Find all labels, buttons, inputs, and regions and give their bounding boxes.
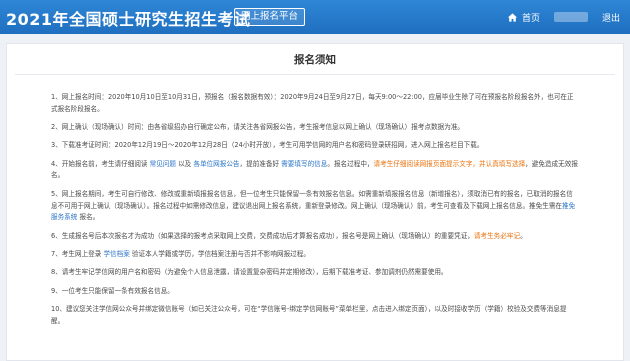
- notice-highlight: 请考生务必牢记: [473, 231, 521, 240]
- notice-item: 10、建议您关注学信网公众号并绑定微信账号（如已关注公众号，可在“学信账号-绑定…: [51, 304, 579, 328]
- notice-text: 1、网上报名时间：2020年10月10日至10月31日，预报名（报名数据有效）：…: [51, 93, 574, 113]
- notice-item: 5、网上报名期间，考生可自行修改、修改或重新填报报名信息，但一位考生只能保留一条…: [51, 189, 579, 224]
- notice-panel: 报名须知 1、网上报名时间：2020年10月10日至10月31日，预报名（报名数…: [6, 43, 624, 361]
- notice-text: 报名。: [77, 213, 100, 222]
- top-header-bar: 2021年全国硕士研究生招生考试 网上报名平台 首页 退出: [0, 0, 630, 34]
- notice-link[interactable]: 需要填写的信息: [281, 160, 327, 168]
- platform-badge: 网上报名平台: [234, 8, 306, 26]
- notice-text: 验证本人学籍或学历，学信档案注册与否并不影响网报过程。: [129, 249, 310, 258]
- home-icon: [507, 12, 518, 22]
- notice-link[interactable]: 学信档案: [103, 250, 129, 258]
- notice-text: 10、建议您关注学信网公众号并绑定微信账号（如已关注公众号，可在“学信账号-绑定…: [51, 304, 567, 325]
- notice-text: 6、生成报名号后本次报名才为成功（如果选择的报考点采取网上交费，交费成功后才算报…: [51, 231, 474, 240]
- notice-item: 9、一位考生只能保留一条有效报名信息。: [51, 286, 579, 298]
- logout-link[interactable]: 退出: [602, 11, 620, 24]
- notice-text: 7、考生网上登录: [51, 249, 104, 258]
- notice-link[interactable]: 常见问题: [150, 160, 176, 168]
- notice-item: 2、网上确认（现场确认）时间：由各省级招办自行确定公布，请关注各省网报公告，考生…: [51, 122, 579, 134]
- title-divider: [15, 74, 615, 75]
- notice-item: 8、请考生牢记学信网的用户名和密码（为避免个人信息泄露，请设置复杂密码并定期修改…: [51, 267, 579, 279]
- notice-item: 6、生成报名号后本次报名才为成功（如果选择的报考点采取网上交费，交费成功后才算报…: [51, 231, 579, 243]
- notice-text: 2、网上确认（现场确认）时间：由各省级招办自行确定公布，请关注各省网报公告，考生…: [51, 123, 465, 132]
- notice-list: 1、网上报名时间：2020年10月10日至10月31日，预报名（报名数据有效）：…: [51, 92, 579, 334]
- notice-text: 。: [520, 231, 527, 240]
- user-name-redacted: [553, 12, 588, 22]
- notice-text: 4、开始报名前，考生请仔细阅读: [51, 159, 150, 168]
- notice-item: 3、下载准考证时间：2020年12月19日～2020年12月28日（24小时开放…: [51, 140, 579, 152]
- notice-item: 7、考生网上登录 学信档案 验证本人学籍或学历，学信档案注册与否并不影响网报过程…: [51, 249, 579, 261]
- home-link[interactable]: 首页: [507, 11, 540, 24]
- notice-item: 4、开始报名前，考生请仔细阅读 常见问题 以及 各单位网报公告，提前准备好 需要…: [51, 159, 579, 183]
- notice-text: 5、网上报名期间，考生可自行修改、修改或重新填报报名信息，但一位考生只能保留一条…: [51, 189, 573, 210]
- notice-highlight: 请考生仔细阅读网报页面提示文字，并认真填写选择: [373, 159, 526, 168]
- notice-text: ，提前准备好: [239, 159, 282, 168]
- notice-text: 3、下载准考证时间：2020年12月19日～2020年12月28日（24小时开放…: [51, 141, 484, 150]
- header-nav: 首页 退出: [507, 9, 620, 25]
- notice-text: 9、一位考生只能保留一条有效报名信息。: [51, 286, 174, 295]
- app-title: 2021年全国硕士研究生招生考试: [6, 10, 251, 29]
- home-label: 首页: [521, 13, 540, 24]
- panel-title: 报名须知: [294, 54, 336, 66]
- notice-item: 1、网上报名时间：2020年10月10日至10月31日，预报名（报名数据有效）：…: [51, 92, 579, 116]
- notice-link[interactable]: 各单位网报公告: [193, 160, 239, 168]
- notice-text: 。报名过程中，: [327, 159, 374, 168]
- notice-text: 以及: [175, 159, 194, 168]
- notice-text: 8、请考生牢记学信网的用户名和密码（为避免个人信息泄露，请设置复杂密码并定期修改…: [51, 268, 448, 277]
